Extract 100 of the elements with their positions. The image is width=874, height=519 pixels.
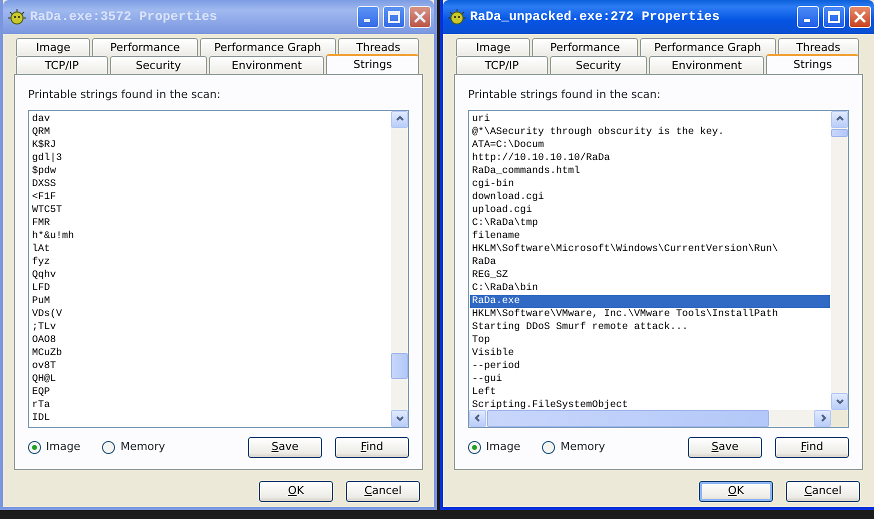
string-item[interactable]: ov8T — [30, 360, 390, 372]
maximize-button[interactable] — [383, 6, 405, 28]
string-item[interactable]: EQP — [30, 386, 390, 398]
tab[interactable]: Strings — [766, 54, 860, 74]
string-item[interactable]: PuM — [30, 294, 390, 308]
maximize-button[interactable] — [823, 6, 845, 28]
save-button[interactable]: Save — [688, 436, 762, 458]
radio-button[interactable] — [102, 440, 116, 454]
string-item[interactable]: fyz — [30, 256, 390, 268]
string-item[interactable]: ATA=C:\Docum — [470, 138, 830, 152]
close-button[interactable] — [849, 6, 871, 28]
string-item[interactable]: ;TLv — [30, 320, 390, 334]
string-item[interactable]: <F1F — [30, 190, 390, 204]
scroll-thumb[interactable] — [831, 128, 848, 136]
cancel-button[interactable]: Cancel — [346, 481, 420, 502]
string-item[interactable]: lAt — [30, 242, 390, 256]
string-item[interactable]: LFD — [30, 282, 390, 294]
string-item[interactable]: HKLM\Software\VMware, Inc.\VMware Tools\InstallPath — [470, 308, 830, 320]
string-item[interactable]: RaDa — [470, 256, 830, 268]
vertical-scrollbar[interactable] — [391, 110, 408, 426]
cancel-button[interactable]: Cancel — [786, 481, 860, 502]
string-item[interactable]: download.cgi — [470, 190, 830, 204]
string-item[interactable]: OAO8 — [30, 334, 390, 346]
radio-label: Memory — [120, 438, 166, 455]
scroll-left-button[interactable] — [469, 410, 486, 426]
string-item[interactable]: upload.cgi — [470, 204, 830, 216]
scroll-down-button[interactable] — [391, 410, 408, 426]
tab[interactable]: Security — [550, 56, 648, 74]
tab[interactable]: Environment — [649, 56, 764, 74]
string-item[interactable]: RaDa.exe — [470, 294, 830, 308]
string-item[interactable]: cgi-bin — [470, 178, 830, 190]
string-item[interactable]: FMR — [30, 216, 390, 230]
horizontal-scrollbar[interactable] — [469, 410, 831, 426]
string-item[interactable]: @*\ASecurity through obscurity is the key. — [470, 126, 830, 138]
string-item[interactable]: uri — [470, 112, 830, 126]
string-item[interactable]: rTa — [30, 398, 390, 412]
string-item[interactable]: Visible — [470, 346, 830, 360]
tab[interactable]: Security — [110, 56, 208, 74]
string-item[interactable]: Left — [470, 386, 830, 398]
string-item[interactable]: Top — [470, 334, 830, 346]
window-title: RaDa.exe:3572 Properties — [30, 8, 218, 26]
tab[interactable]: Environment — [209, 56, 324, 74]
string-item[interactable]: gdl|3 — [30, 152, 390, 164]
tab[interactable]: Performance Graph — [200, 38, 336, 56]
string-item[interactable]: C:\RaDa\tmp — [470, 216, 830, 230]
find-button[interactable]: Find — [775, 436, 849, 458]
tab[interactable]: Strings — [326, 54, 420, 74]
string-item[interactable]: http://10.10.10.10/RaDa — [470, 152, 830, 164]
radio-button[interactable] — [28, 440, 41, 454]
string-item[interactable]: REG_SZ — [470, 268, 830, 282]
scroll-up-button[interactable] — [831, 110, 848, 128]
radio-button[interactable] — [542, 440, 556, 454]
scroll-right-button[interactable] — [814, 410, 831, 426]
maximize-icon — [387, 10, 401, 24]
scroll-down-button[interactable] — [831, 392, 848, 410]
vertical-scrollbar[interactable] — [831, 110, 848, 410]
ok-button[interactable]: OK — [259, 481, 333, 502]
maximize-icon — [827, 10, 841, 24]
string-item[interactable]: IDL — [30, 412, 390, 424]
string-item[interactable]: WTC5T — [30, 204, 390, 216]
string-item[interactable]: QH@L — [30, 372, 390, 386]
string-item[interactable]: MCuZb — [30, 346, 390, 360]
scroll-thumb[interactable] — [487, 410, 769, 426]
string-item[interactable]: HKLM\Software\Microsoft\Windows\CurrentVersion\Run\ — [470, 242, 830, 256]
string-item[interactable]: h*&u!mh — [30, 230, 390, 242]
radio-label: Image — [486, 438, 520, 455]
string-item[interactable]: Qqhv — [30, 268, 390, 282]
tab[interactable]: Image — [16, 38, 90, 56]
find-button[interactable]: Find — [335, 436, 409, 458]
string-item[interactable]: C:\RaDa\bin — [470, 282, 830, 294]
string-item[interactable]: RaDa_commands.html — [470, 164, 830, 178]
string-item[interactable]: DXSS — [30, 178, 390, 190]
scroll-thumb[interactable] — [391, 352, 408, 378]
string-item[interactable]: filename — [470, 230, 830, 242]
close-icon — [853, 10, 867, 24]
save-button[interactable]: Save — [248, 436, 322, 458]
radio-button[interactable] — [468, 440, 481, 454]
tab[interactable]: TCP/IP — [456, 56, 548, 74]
radio-label: Memory — [560, 438, 606, 455]
tab[interactable]: Performance — [92, 38, 198, 56]
string-item[interactable]: Starting DDoS Smurf remote attack... — [470, 320, 830, 334]
minimize-icon — [364, 19, 370, 22]
minimize-button[interactable] — [357, 6, 379, 28]
string-item[interactable]: VDs(V — [30, 308, 390, 320]
tab[interactable]: TCP/IP — [16, 56, 108, 74]
string-item[interactable]: QRM — [30, 126, 390, 138]
ok-button[interactable]: OK — [699, 481, 773, 502]
tab[interactable]: Performance — [532, 38, 638, 56]
app-icon — [448, 9, 466, 25]
string-item[interactable]: --period — [470, 360, 830, 372]
string-item[interactable]: K$RJ — [30, 138, 390, 152]
close-button[interactable] — [409, 6, 431, 28]
scroll-up-button[interactable] — [391, 110, 408, 128]
string-item[interactable]: dav — [30, 112, 390, 126]
string-item[interactable]: $pdw — [30, 164, 390, 178]
tab[interactable]: Image — [456, 38, 530, 56]
minimize-button[interactable] — [797, 6, 819, 28]
string-item[interactable]: --gui — [470, 372, 830, 386]
tab[interactable]: Performance Graph — [640, 38, 776, 56]
string-item[interactable]: Scripting.FileSystemObject — [470, 398, 830, 410]
